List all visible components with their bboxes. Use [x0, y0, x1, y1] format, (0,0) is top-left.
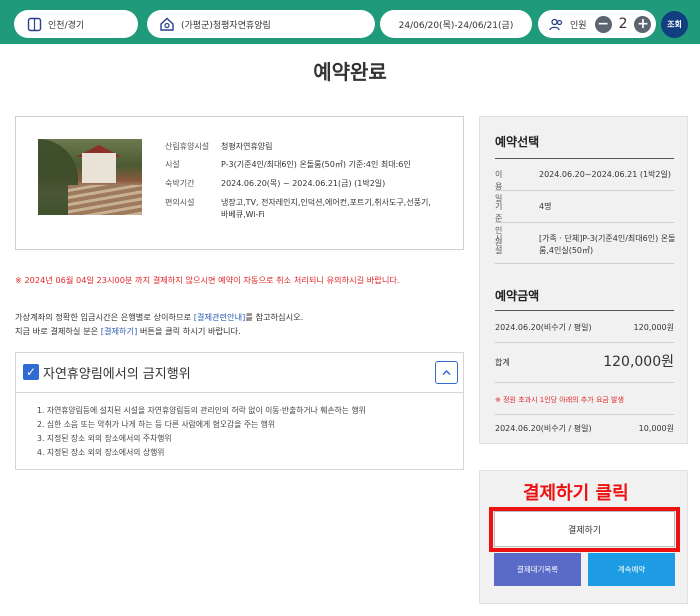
- amount-total-row: 합계 120,000원: [495, 354, 674, 370]
- info-row-period: 숙박기간 2024.06.20(목) ~ 2024.06.21(금) (1박2일…: [165, 178, 433, 190]
- amount-title: 예약금액: [495, 289, 540, 303]
- list-item: 3. 지정된 장소 외의 장소에서의 주차행위: [37, 434, 172, 443]
- prohibited-acts-list: 1. 자연휴양림등에 설치된 시설을 자연휴양림등의 관리인의 허락 없이 이동…: [37, 404, 366, 460]
- notice-text: 지금 바로 결제하실 분은: [15, 326, 101, 336]
- notice-text: 가상계좌의 정확한 입금시간은 은행별로 상이하므로: [15, 312, 194, 322]
- extra-amount: 10,000원: [638, 424, 674, 433]
- notice-text: 를 참고하십시오.: [245, 312, 304, 322]
- notice-line-1: 가상계좌의 정확한 입금시간은 은행별로 상이하므로 [결제관련안내]를 참고하…: [15, 311, 303, 323]
- list-item: 4. 지정된 장소 외의 장소에서의 상행위: [37, 448, 165, 457]
- row-label: 시설: [495, 234, 503, 255]
- decrease-people-button[interactable]: −: [594, 15, 612, 33]
- prohibited-acts-panel: ✓ 자연휴양림에서의 금지행위 1. 자연휴양림등에 설치된 시설을 자연휴양림…: [15, 352, 464, 470]
- amount-row-night: 2024.06.20(비수기 / 평일) 120,000원: [495, 322, 674, 333]
- amount-value: 120,000원: [633, 323, 674, 332]
- divider: [495, 222, 674, 223]
- date-selector[interactable]: 24/06/20(목)-24/06/21(금): [380, 10, 532, 38]
- info-value: 냉장고,TV, 전자레인지,인덕션,에어컨,포트기,취사도구,선풍기,바베큐,W…: [221, 198, 431, 219]
- divider: [495, 190, 674, 191]
- search-button[interactable]: 조회: [661, 11, 688, 38]
- people-icon: [548, 16, 564, 32]
- people-label: 인원: [570, 20, 587, 31]
- payment-guide-link[interactable]: [결제관련안내]: [194, 312, 246, 322]
- pay-inline-link: [결제하기]: [100, 326, 138, 336]
- people-selector: 인원 − 2 +: [538, 10, 656, 38]
- date-range-label: 24/06/20(목)-24/06/21(금): [398, 20, 514, 31]
- info-label: 숙박기간: [165, 179, 195, 188]
- notice-line-2: 지금 바로 결제하실 분은 [결제하기] 버튼을 클릭 하시기 바랍니다.: [15, 325, 241, 337]
- people-count: 2: [618, 16, 628, 32]
- reservation-info-box: 산림휴양시설 청평자연휴양림 시설 P-3(기준4인/최대6인) 온돌룸(50㎡…: [15, 116, 464, 250]
- info-value: P-3(기준4인/최대6인) 온돌룸(50㎡) 기준:4인 최대:6인: [221, 160, 411, 169]
- collapse-toggle-button[interactable]: [435, 361, 458, 384]
- info-label: 산림휴양시설: [165, 142, 210, 151]
- chevron-up-icon: [442, 369, 451, 376]
- row-value: [가족 · 단체]P-3(기준4인/최대6인) 온돌룸,4인실(50㎡): [539, 234, 676, 255]
- prohibited-acts-header: ✓ 자연휴양림에서의 금지행위: [16, 353, 463, 393]
- info-value: 청평자연휴양림: [221, 142, 273, 151]
- increase-people-button[interactable]: +: [634, 15, 652, 33]
- info-value: 2024.06.20(목) ~ 2024.06.21(금) (1박2일): [221, 179, 386, 188]
- divider: [495, 414, 674, 415]
- notice-text: 버튼을 클릭 하시기 바랍니다.: [137, 326, 241, 336]
- page-title: 예약완료: [313, 60, 387, 84]
- extra-charge-row: 2024.06.20(비수기 / 평일) 10,000원: [495, 423, 674, 434]
- forest-selector[interactable]: (가평군)청평자연휴양림: [147, 10, 375, 38]
- list-item: 2. 심한 소음 또는 악취가 나게 하는 등 다른 사람에게 혐오감을 주는 …: [37, 420, 276, 429]
- divider: [495, 382, 674, 383]
- home-icon: [159, 16, 175, 32]
- divider: [495, 310, 674, 311]
- total-amount: 120,000원: [603, 354, 674, 370]
- prohibited-acts-title: 자연휴양림에서의 금지행위: [43, 367, 191, 382]
- divider: [495, 342, 674, 343]
- payment-panel: 결제하기 클릭 결제하기 결제대기목록 계속예약: [479, 470, 688, 604]
- click-annotation: 결제하기 클릭: [523, 483, 629, 504]
- info-row-amenities: 편의시설 냉장고,TV, 전자레인지,인덕션,에어컨,포트기,취사도구,선풍기,…: [165, 197, 433, 221]
- info-row-forest: 산림휴양시설 청평자연휴양림: [165, 141, 433, 153]
- continue-booking-button[interactable]: 계속예약: [588, 553, 675, 586]
- row-value: 2024.06.20~2024.06.21 (1박2일): [539, 170, 671, 179]
- pending-payments-button[interactable]: 결제대기목록: [494, 553, 581, 586]
- extra-charge-note: ※ 정원 초과시 1인당 아래의 추가 요금 발생: [495, 396, 624, 404]
- region-selector[interactable]: 인천/경기: [14, 10, 138, 38]
- map-book-icon: [26, 16, 42, 32]
- pay-button[interactable]: 결제하기: [494, 511, 675, 547]
- checkmark-icon: ✓: [23, 364, 39, 380]
- amount-date-label: 2024.06.20(비수기 / 평일): [495, 323, 592, 332]
- list-item: 1. 자연휴양림등에 설치된 시설을 자연휴양림등의 관리인의 허락 없이 이동…: [37, 406, 366, 415]
- forest-label: (가평군)청평자연휴양림: [181, 20, 271, 31]
- info-label: 편의시설: [165, 198, 195, 207]
- top-search-bar: 인천/경기 (가평군)청평자연휴양림 24/06/20(목)-24/06/21(…: [0, 0, 700, 44]
- info-row-facility: 시설 P-3(기준4인/최대6인) 온돌룸(50㎡) 기준:4인 최대:6인: [165, 159, 451, 171]
- total-label: 합계: [495, 358, 510, 367]
- extra-date-label: 2024.06.20(비수기 / 평일): [495, 424, 592, 433]
- divider: [495, 158, 674, 159]
- row-label: 이용일: [495, 170, 503, 203]
- facility-photo: [38, 139, 142, 215]
- row-value: 4명: [539, 202, 552, 211]
- info-label: 시설: [165, 160, 180, 169]
- payment-deadline-warning: ※ 2024년 06월 04일 23시00분 까지 결제하지 않으시면 예약이 …: [15, 275, 400, 285]
- selection-title: 예약선택: [495, 135, 540, 149]
- region-label: 인천/경기: [48, 20, 85, 31]
- divider: [495, 263, 674, 264]
- reservation-summary-panel: 예약선택 이용일 2024.06.20~2024.06.21 (1박2일) 기준…: [479, 116, 688, 444]
